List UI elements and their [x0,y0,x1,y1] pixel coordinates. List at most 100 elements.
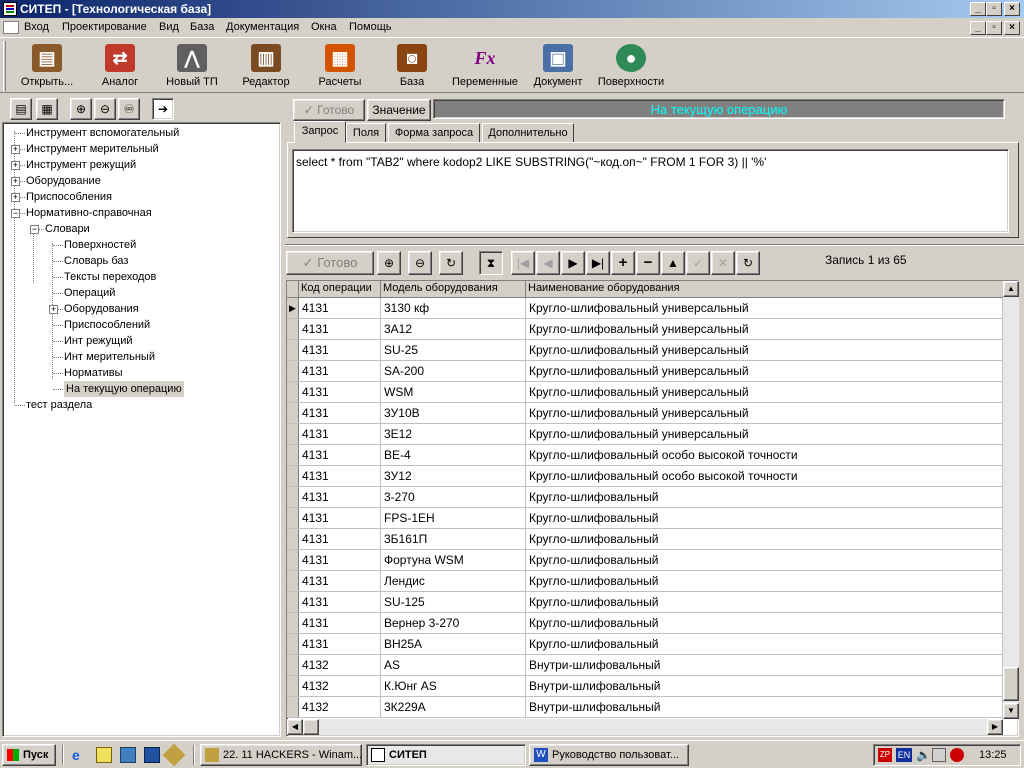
row-indicator[interactable] [287,424,299,444]
toolbar-analog-button[interactable]: ⇄ Аналог [84,42,156,92]
task-winamp[interactable]: 22. 11 HACKERS - Winam... [200,744,362,766]
table-row[interactable]: 4131 3-270 Кругло-шлифовальный [287,487,1003,508]
menu-login[interactable]: Вход [24,21,49,33]
tray-app-icon[interactable]: ZP [878,748,892,762]
ie-icon[interactable]: e [72,747,88,763]
cell-op-code[interactable]: 4131 [299,445,381,465]
cell-name[interactable]: Кругло-шлифовальный универсальный [526,382,1003,402]
table-row[interactable]: 4131 SA-200 Кругло-шлифовальный универсаль… [287,361,1003,382]
cell-model[interactable]: К.Юнг AS [381,676,526,696]
expand-icon[interactable]: + [11,193,20,202]
desktop-icon[interactable] [120,747,136,763]
vertical-scrollbar[interactable]: ▲ ▼ [1003,281,1019,719]
child-window-icon[interactable] [3,21,19,34]
tree-item[interactable]: Инт мерительный [64,349,155,365]
table-row[interactable]: ▶ 4131 3130 кф Кругло-шлифовальный универса… [287,298,1003,319]
cell-op-code[interactable]: 4131 [299,613,381,633]
cell-model[interactable]: 3Е12 [381,424,526,444]
row-indicator[interactable] [287,466,299,486]
cell-op-code[interactable]: 4131 [299,298,381,318]
table-row[interactable]: 4131 Лендис Кругло-шлифовальный [287,571,1003,592]
tree-item[interactable]: Словарь баз [64,253,128,269]
row-indicator[interactable] [287,592,299,612]
cell-model[interactable]: SU-25 [381,340,526,360]
cell-name[interactable]: Кругло-шлифовальный универсальный [526,319,1003,339]
app-icon[interactable] [3,2,17,16]
cell-model[interactable]: ВН25А [381,634,526,654]
cell-name[interactable]: Кругло-шлифовальный универсальный [526,424,1003,444]
toolbar-document-button[interactable]: ▣ Документ [522,42,594,92]
row-indicator[interactable] [287,634,299,654]
volume-icon[interactable]: 🔈 [916,748,931,762]
task-sitep[interactable]: СИТЕП [366,744,526,766]
nav-zoom-out-button[interactable]: ⊖ [408,251,432,275]
cell-model[interactable]: 3К229А [381,697,526,717]
tree-item[interactable]: тест раздела [26,397,92,413]
table-row[interactable]: 4132 К.Юнг AS Внутри-шлифовальный [287,676,1003,697]
cell-name[interactable]: Кругло-шлифовальный [526,634,1003,654]
antivirus-icon[interactable] [950,748,964,762]
tab-query-form[interactable]: Форма запроса [388,123,480,143]
nav-delete-button[interactable]: − [636,251,660,275]
menu-view[interactable]: Вид [159,21,179,33]
toolbar-database-button[interactable]: ◙ База [376,42,448,92]
cell-model[interactable]: BE-4 [381,445,526,465]
tree-item[interactable]: Поверхностей [64,237,136,253]
tree-item[interactable]: Инт режущий [64,333,133,349]
cell-op-code[interactable]: 4132 [299,697,381,717]
app-quicklaunch-icon[interactable] [144,747,160,763]
row-indicator[interactable] [287,613,299,633]
zoom-in-button[interactable]: ⊕ [70,98,92,120]
tab-additional[interactable]: Дополнительно [482,123,574,143]
cell-model[interactable]: Вернер 3-270 [381,613,526,633]
table-row[interactable]: 4131 SU-125 Кругло-шлифовальный [287,592,1003,613]
tab-query[interactable]: Запрос [294,121,346,143]
value-button[interactable]: Значение [367,99,431,121]
table-row[interactable]: 4131 Фортуна WSM Кругло-шлифовальный [287,550,1003,571]
toolbar-surfaces-button[interactable]: ● Поверхности [595,42,667,92]
child-minimize-button[interactable]: _ [970,21,986,35]
nav-post-button[interactable]: ✓ [686,251,710,275]
tree-item[interactable]: Оборудования [64,301,139,317]
cell-name[interactable]: Кругло-шлифовальный [526,592,1003,612]
tree-item[interactable]: Инструмент вспомогательный [26,125,179,141]
cell-name[interactable]: Кругло-шлифовальный [526,571,1003,591]
table-row[interactable]: 4131 BE-4 Кругло-шлифовальный особо высоко… [287,445,1003,466]
row-indicator[interactable] [287,340,299,360]
start-button[interactable]: Пуск [2,744,56,766]
menu-windows[interactable]: Окна [311,21,337,33]
outlook-icon[interactable] [96,747,112,763]
cell-op-code[interactable]: 4131 [299,571,381,591]
cell-op-code[interactable]: 4131 [299,424,381,444]
nav-next-button[interactable]: ▶ [561,251,585,275]
view-list-button[interactable]: ▤ [10,98,32,120]
table-row[interactable]: 4131 3У12 Кругло-шлифовальный особо высоко… [287,466,1003,487]
menu-help[interactable]: Помощь [349,21,392,33]
nav-filter-button[interactable]: ⧗ [479,251,503,275]
cell-name[interactable]: Кругло-шлифовальный универсальный [526,298,1003,318]
nav-first-button[interactable]: |◀ [511,251,535,275]
tree-item[interactable]: Операций [64,285,115,301]
minimize-button[interactable]: _ [970,2,986,16]
cell-op-code[interactable]: 4131 [299,466,381,486]
tree-item[interactable]: Инструмент режущий [26,157,136,173]
toolbar-editor-button[interactable]: ▥ Редактор [230,42,302,92]
expand-icon[interactable]: + [11,177,20,186]
column-header-model[interactable]: Модель оборудования [381,281,526,298]
find-button[interactable]: ♾ [118,98,140,120]
cell-model[interactable]: AS [381,655,526,675]
link-button[interactable]: ➔ [152,98,174,120]
network-icon[interactable] [932,748,946,762]
row-indicator[interactable] [287,697,299,717]
cell-model[interactable]: WSM [381,382,526,402]
menu-design[interactable]: Проектирование [62,21,147,33]
cell-name[interactable]: Кругло-шлифовальный [526,508,1003,528]
cell-model[interactable]: 3А12 [381,319,526,339]
cell-model[interactable]: 3-270 [381,487,526,507]
cell-model[interactable]: 3У10В [381,403,526,423]
cell-name[interactable]: Кругло-шлифовальный [526,613,1003,633]
nav-zoom-in-button[interactable]: ⊕ [377,251,401,275]
menu-documentation[interactable]: Документация [226,21,299,33]
table-row[interactable]: 4131 3А12 Кругло-шлифовальный универсальны… [287,319,1003,340]
cell-name[interactable]: Кругло-шлифовальный [526,550,1003,570]
